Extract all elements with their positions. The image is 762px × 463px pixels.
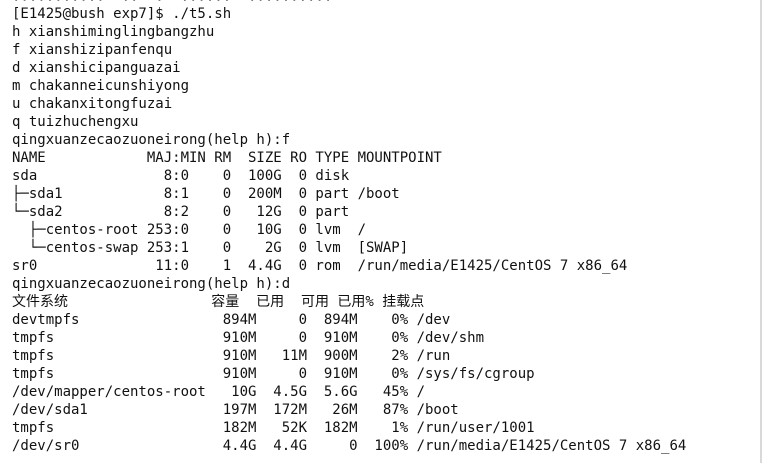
df-row: tmpfs 910M 0 910M 0% /sys/fs/cgroup — [12, 366, 535, 382]
menu-option-memory: m chakanneicunshiyong — [12, 78, 190, 94]
lsblk-row: ├─centos-root 253:0 0 10G 0 lvm / — [12, 222, 367, 238]
lsblk-header: NAME MAJ:MIN RM SIZE RO TYPE MOUNTPOINT — [12, 150, 442, 166]
menu-option-mounts: d xianshicipanguazai — [12, 60, 181, 76]
lsblk-row: sda 8:0 0 100G 0 disk — [12, 168, 350, 184]
lsblk-row: ├─sda1 8:1 0 200M 0 part /boot — [12, 186, 400, 202]
menu-option-partitions: f xianshizipanfenqu — [12, 42, 173, 58]
lsblk-row: sr0 11:0 1 4.4G 0 rom /run/media/E1425/C… — [12, 258, 628, 274]
menu-option-help: h xianshiminglingbangzhu — [12, 24, 215, 40]
lsblk-row: └─centos-swap 253:1 0 2G 0 lvm [SWAP] — [12, 240, 409, 256]
terminal-window[interactable]: ........... .. . ...... .......... [E142… — [0, 0, 762, 463]
df-row: tmpfs 182M 52K 182M 1% /run/user/1001 — [12, 420, 535, 436]
df-row: /dev/sr0 4.4G 4.4G 0 100% /run/media/E14… — [12, 438, 687, 454]
df-row: tmpfs 910M 11M 900M 2% /run — [12, 348, 451, 364]
terminal-output: [E1425@bush exp7]$ ./t5.sh h xianshiming… — [12, 5, 686, 455]
prompt-choice-line: qingxuanzecaozuoneirong(help h):f — [12, 132, 291, 148]
df-row: /dev/sda1 197M 172M 26M 87% /boot — [12, 402, 459, 418]
menu-option-load: u chakanxitongfuzai — [12, 96, 173, 112]
prompt-choice-line: qingxuanzecaozuoneirong(help h):d — [12, 276, 291, 292]
df-row: devtmpfs 894M 0 894M 0% /dev — [12, 312, 451, 328]
menu-option-quit: q tuizhuchengxu — [12, 114, 139, 130]
prompt-command-line: [E1425@bush exp7]$ ./t5.sh — [12, 6, 232, 22]
df-row: /dev/mapper/centos-root 10G 4.5G 5.6G 45… — [12, 384, 426, 400]
df-row: tmpfs 910M 0 910M 0% /dev/shm — [12, 330, 485, 346]
lsblk-row: └─sda2 8:2 0 12G 0 part — [12, 204, 350, 220]
df-header: 文件系统 容量 已用 可用 已用% 挂载点 — [12, 294, 425, 310]
